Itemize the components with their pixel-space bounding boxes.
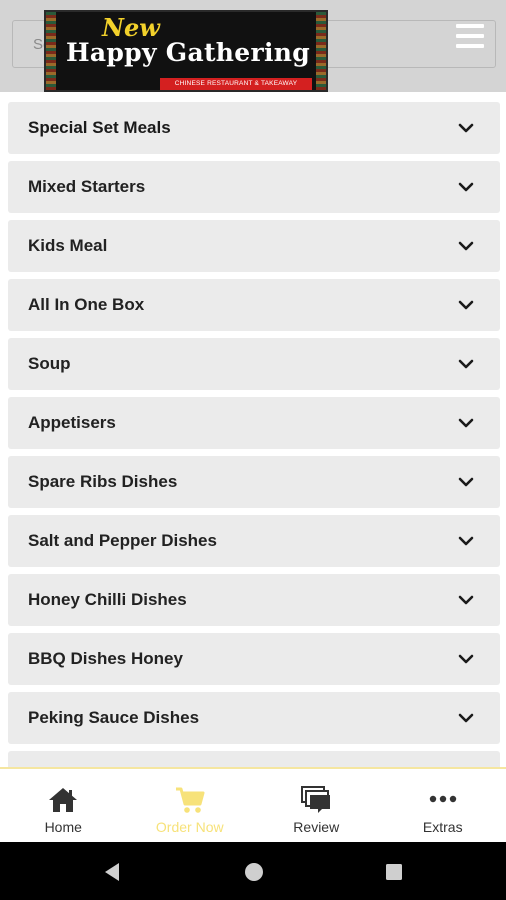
back-icon[interactable] xyxy=(101,861,123,883)
system-navigation-bar xyxy=(0,842,506,900)
category-item-all-in-one-box[interactable]: All In One Box xyxy=(8,279,500,331)
category-label: Special Set Meals xyxy=(28,118,171,137)
nav-label-extras: Extras xyxy=(422,819,463,835)
chevron-down-icon xyxy=(458,182,474,192)
cart-icon xyxy=(175,787,205,813)
hamburger-menu-icon[interactable] xyxy=(456,24,484,48)
chevron-down-icon xyxy=(458,123,474,133)
category-item-partial[interactable] xyxy=(8,751,500,767)
category-item-special-set-meals[interactable]: Special Set Meals xyxy=(8,102,500,154)
app: New Happy Gathering CHINESE RESTAURANT &… xyxy=(0,0,506,900)
menu-bar xyxy=(456,44,484,48)
recents-icon[interactable] xyxy=(383,861,405,883)
nav-item-review[interactable]: Review xyxy=(253,769,380,842)
chevron-down-icon xyxy=(458,654,474,664)
logo-line2: Happy Gathering xyxy=(65,38,310,67)
logo-decoration xyxy=(316,12,326,90)
app-header: New Happy Gathering CHINESE RESTAURANT &… xyxy=(0,0,506,92)
category-item-mixed-starters[interactable]: Mixed Starters xyxy=(8,161,500,213)
logo-decoration xyxy=(46,12,56,90)
category-item-salt-and-pepper-dishes[interactable]: Salt and Pepper Dishes xyxy=(8,515,500,567)
nav-item-extras[interactable]: Extras xyxy=(380,769,506,842)
nav-label-home: Home xyxy=(44,819,82,835)
chevron-down-icon xyxy=(458,418,474,428)
category-label: Peking Sauce Dishes xyxy=(28,708,200,727)
nav-item-home[interactable]: Home xyxy=(0,769,127,842)
menu-bar xyxy=(456,34,484,38)
home-circle-icon[interactable] xyxy=(243,861,265,883)
menu-bar xyxy=(456,24,484,28)
category-item-peking-sauce-dishes[interactable]: Peking Sauce Dishes xyxy=(8,692,500,744)
chevron-down-icon xyxy=(458,713,474,723)
category-label: Mixed Starters xyxy=(28,177,146,196)
category-label: BBQ Dishes Honey xyxy=(28,649,183,668)
nav-label-review: Review xyxy=(293,819,340,835)
category-label: Kids Meal xyxy=(28,236,108,255)
category-item-honey-chilli-dishes[interactable]: Honey Chilli Dishes xyxy=(8,574,500,626)
chevron-down-icon xyxy=(458,300,474,310)
review-icon xyxy=(301,786,331,813)
category-list[interactable]: Special Set Meals Mixed Starters Kids Me… xyxy=(0,92,506,767)
category-label: Appetisers xyxy=(28,413,116,432)
category-label: Salt and Pepper Dishes xyxy=(28,531,217,550)
category-label: Soup xyxy=(28,354,71,373)
restaurant-logo: New Happy Gathering CHINESE RESTAURANT &… xyxy=(44,10,328,92)
category-item-kids-meal[interactable]: Kids Meal xyxy=(8,220,500,272)
category-item-bbq-dishes-honey[interactable]: BBQ Dishes Honey xyxy=(8,633,500,685)
category-item-spare-ribs-dishes[interactable]: Spare Ribs Dishes xyxy=(8,456,500,508)
nav-item-order-now[interactable]: Order Now xyxy=(127,769,254,842)
chevron-down-icon xyxy=(458,536,474,546)
chevron-down-icon xyxy=(458,241,474,251)
bottom-navigation: Home Order Now Review Extras xyxy=(0,767,506,842)
category-item-appetisers[interactable]: Appetisers xyxy=(8,397,500,449)
category-label: Honey Chilli Dishes xyxy=(28,590,187,609)
chevron-down-icon xyxy=(458,359,474,369)
category-item-soup[interactable]: Soup xyxy=(8,338,500,390)
chevron-down-icon xyxy=(458,477,474,487)
home-icon xyxy=(49,788,78,812)
logo-line1: New xyxy=(102,13,160,42)
chevron-down-icon xyxy=(458,595,474,605)
more-icon xyxy=(429,795,456,803)
nav-label-order-now: Order Now xyxy=(155,819,224,835)
category-label: Spare Ribs Dishes xyxy=(28,472,178,491)
logo-tagline: CHINESE RESTAURANT & TAKEAWAY xyxy=(160,78,312,90)
category-label: All In One Box xyxy=(28,295,145,314)
